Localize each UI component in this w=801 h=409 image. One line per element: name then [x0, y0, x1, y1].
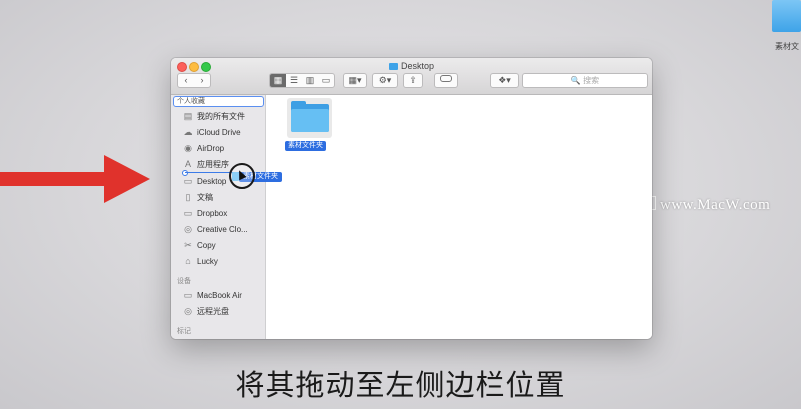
sidebar-item-applications[interactable]: A 应用程序: [183, 157, 229, 171]
documents-icon: ▯: [185, 192, 191, 202]
caption-subtitle: 将其拖动至左侧边栏位置: [235, 368, 566, 402]
sidebar-item-airdrop[interactable]: ◉ AirDrop: [183, 141, 224, 155]
tag-icon: [440, 75, 452, 82]
sidebar-item-lucky[interactable]: ⌂ Lucky: [183, 254, 218, 268]
sidebar-item-creative-cloud[interactable]: ◎ Creative Clo...: [183, 222, 248, 236]
sidebar-item-label: 应用程序: [197, 160, 229, 169]
copy-icon: ✂: [184, 240, 192, 250]
folder-icon: ▭: [183, 208, 193, 218]
cover-flow-button[interactable]: ▭: [318, 74, 334, 87]
list-view-button[interactable]: ☰: [286, 74, 302, 87]
applications-icon: A: [184, 159, 191, 169]
sidebar-item-icloud[interactable]: ☁ iCloud Drive: [183, 125, 241, 139]
sidebar-item-label: Creative Clo...: [197, 225, 248, 234]
sidebar-item-label: 远程光盘: [197, 307, 229, 316]
back-button[interactable]: ‹: [178, 74, 194, 87]
forward-button[interactable]: ›: [194, 74, 210, 87]
tag-button[interactable]: [434, 73, 458, 88]
action-gear-button[interactable]: ⚙▾: [372, 73, 398, 88]
file-area: 素材文件夹: [266, 95, 652, 339]
folder-item[interactable]: [287, 98, 332, 138]
disc-icon: ◎: [184, 306, 192, 316]
red-arrow-icon: [104, 155, 150, 203]
sidebar-item-macbook-air[interactable]: ▭ MacBook Air: [183, 288, 242, 302]
watermark: www.MacW.com: [640, 196, 770, 214]
dropbox-button[interactable]: ❖▾: [490, 73, 519, 88]
folder-item-label[interactable]: 素材文件夹: [285, 141, 326, 151]
desktop-folder-label: 素材文: [775, 42, 799, 51]
sidebar-item-label: 我的所有文件: [197, 112, 245, 121]
search-input[interactable]: 🔍 搜索: [522, 73, 648, 88]
desktop-folder-icon[interactable]: [772, 0, 801, 32]
all-files-icon: ▤: [183, 111, 193, 121]
favorites-section-title: 个人收藏: [173, 96, 264, 107]
sidebar-item-label: Lucky: [197, 257, 218, 266]
watermark-text: www.MacW.com: [660, 197, 771, 213]
folder-icon: [291, 109, 329, 132]
tags-section-title: 标记: [177, 328, 191, 335]
arrange-button[interactable]: ▦▾: [343, 73, 367, 88]
icon-view-button[interactable]: ▦: [270, 74, 286, 87]
desktop-icon: ▭: [183, 176, 193, 186]
airdrop-icon: ◉: [184, 143, 192, 153]
laptop-icon: ▭: [183, 290, 193, 300]
sidebar-item-label: Dropbox: [197, 209, 228, 218]
sidebar-item-label: MacBook Air: [197, 291, 242, 300]
home-icon: ⌂: [185, 256, 191, 266]
sidebar-item-label: Desktop: [197, 177, 227, 186]
sidebar-item-dropbox[interactable]: ▭ Dropbox: [183, 206, 228, 220]
window-title: Desktop: [171, 61, 652, 71]
sidebar-item-copy[interactable]: ✂ Copy: [183, 238, 216, 252]
view-switcher: ▦ ☰ ▥ ▭: [269, 73, 335, 88]
creative-cloud-icon: ◎: [184, 224, 192, 234]
sidebar: 个人收藏 ▤ 我的所有文件 ☁ iCloud Drive ◉ AirDrop A 应用程…: [171, 95, 266, 339]
red-arrow-shaft: [0, 172, 106, 186]
sidebar-item-remote-disc[interactable]: ◎ 远程光盘: [183, 304, 229, 318]
nav-buttons: ‹ ›: [177, 73, 211, 88]
finder-window: Desktop ‹ › ▦ ☰ ▥ ▭ ▦▾ ⚙▾ ⇪ ❖▾ 🔍 搜索 个人收藏 ▤ 我的…: [171, 58, 652, 339]
sidebar-item-documents[interactable]: ▯ 文稿: [183, 190, 213, 204]
sidebar-item-all-files[interactable]: ▤ 我的所有文件: [183, 109, 245, 123]
column-view-button[interactable]: ▥: [302, 74, 318, 87]
folder-icon: [388, 63, 398, 70]
sidebar-item-label: AirDrop: [197, 144, 225, 153]
sidebar-item-label: iCloud Drive: [197, 128, 241, 137]
share-button[interactable]: ⇪: [403, 73, 423, 88]
devices-section-title: 设备: [177, 278, 191, 285]
sidebar-item-label: Copy: [197, 241, 216, 250]
titlebar: Desktop ‹ › ▦ ☰ ▥ ▭ ▦▾ ⚙▾ ⇪ ❖▾ 🔍 搜索: [171, 58, 652, 95]
sidebar-item-desktop[interactable]: ▭ Desktop: [183, 174, 227, 188]
window-title-text: Desktop: [400, 61, 435, 71]
sidebar-item-label: 文稿: [197, 193, 213, 202]
cloud-icon: ☁: [183, 127, 193, 137]
